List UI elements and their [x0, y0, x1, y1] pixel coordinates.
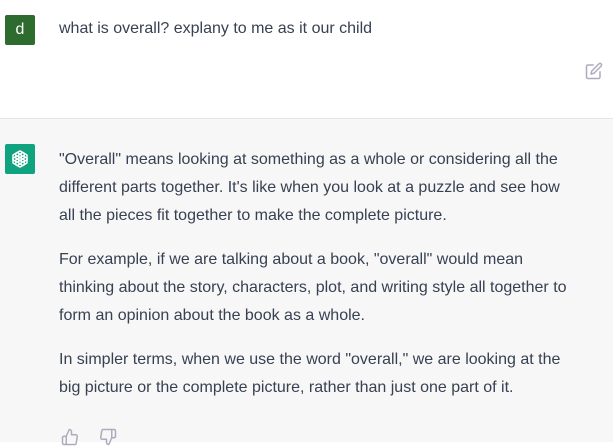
text-line: all the pieces fit together to make the … [59, 207, 447, 224]
text-line: For example, if we are talking about a b… [59, 251, 524, 268]
feedback-bar [61, 428, 117, 446]
thumbs-down-icon[interactable] [99, 428, 117, 446]
text-line: big picture or the complete picture, rat… [59, 379, 514, 396]
text-line: In simpler terms, when we use the word "… [59, 351, 561, 368]
assistant-message-block: "Overall" means looking at something as … [0, 119, 613, 446]
openai-logo-icon [12, 150, 28, 168]
text-line: form an opinion about the book as a whol… [59, 307, 365, 324]
user-avatar: d [5, 15, 35, 45]
text-line: different parts together. It's like when… [59, 179, 560, 196]
paragraph: For example, if we are talking about a b… [59, 246, 611, 330]
assistant-message-text: "Overall" means looking at something as … [59, 146, 611, 418]
user-message-text: what is overall? explany to me as it our… [59, 20, 373, 37]
text-line: "Overall" means looking at something as … [59, 151, 558, 168]
paragraph: "Overall" means looking at something as … [59, 146, 611, 230]
text-line: thinking about the story, characters, pl… [59, 279, 567, 296]
assistant-avatar [5, 144, 35, 174]
edit-icon[interactable] [585, 62, 603, 80]
thumbs-up-icon[interactable] [61, 428, 79, 446]
user-message-block: d what is overall? explany to me as it o… [0, 0, 613, 119]
paragraph: In simpler terms, when we use the word "… [59, 346, 611, 402]
